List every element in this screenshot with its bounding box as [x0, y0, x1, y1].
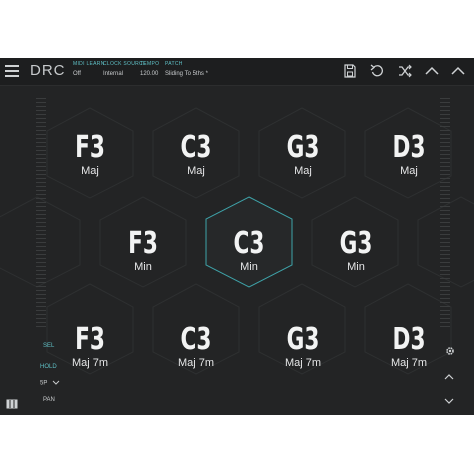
chord-quality: Maj 7m	[71, 357, 109, 369]
chord-note: G3	[339, 226, 373, 261]
chord-note: D3	[392, 130, 426, 165]
chord-cell-d3-maj[interactable]: D3 Maj	[379, 130, 439, 178]
chord-cell-f3-min[interactable]: F3 Min	[113, 226, 173, 274]
chord-cell-f3-maj[interactable]: F3 Maj	[60, 130, 120, 178]
chord-note: G3	[286, 130, 320, 165]
chord-quality: Min	[347, 261, 365, 273]
chord-quality: Maj 7m	[390, 357, 428, 369]
chord-note: C3	[180, 130, 212, 165]
chord-cell-g3-maj7m[interactable]: G3 Maj 7m	[268, 322, 338, 370]
chord-grid: F3 Maj C3 Maj G3 Maj D3 Maj F3 Min C3 Mi…	[0, 58, 474, 415]
chord-quality: Min	[240, 261, 258, 273]
chord-cell-c3-maj7m[interactable]: C3 Maj 7m	[161, 322, 231, 370]
chord-cell-c3-min-active[interactable]: C3 Min	[219, 226, 279, 274]
chord-cell-c3-maj[interactable]: C3 Maj	[166, 130, 226, 178]
chord-quality: Min	[134, 261, 152, 273]
chord-quality: Maj	[294, 165, 312, 177]
keyboard-icon[interactable]	[6, 396, 18, 414]
mode-value: 5P	[40, 380, 48, 387]
chord-note: F3	[128, 226, 158, 261]
chord-note: F3	[75, 322, 105, 357]
mode-selector[interactable]: 5P	[40, 380, 60, 387]
chord-cell-g3-min[interactable]: G3 Min	[326, 226, 386, 274]
settings-gear-icon[interactable]	[445, 343, 455, 361]
chord-cell-g3-maj[interactable]: G3 Maj	[273, 130, 333, 178]
chord-quality: Maj	[400, 165, 418, 177]
chord-note: C3	[180, 322, 212, 357]
chord-quality: Maj	[187, 165, 205, 177]
scroll-up-icon[interactable]	[444, 367, 454, 385]
scroll-down-icon[interactable]	[444, 392, 454, 410]
sel-button[interactable]: SEL	[43, 343, 54, 349]
hold-button[interactable]: HOLD	[40, 364, 57, 370]
drc-app-window: DRC MIDI LEARN Off CLOCK SOURCE Internal…	[0, 58, 474, 415]
pan-button[interactable]: PAN	[43, 397, 55, 403]
chord-quality: Maj 7m	[177, 357, 215, 369]
chord-cell-d3-maj7m[interactable]: D3 Maj 7m	[374, 322, 444, 370]
chord-cell-f3-maj7m[interactable]: F3 Maj 7m	[55, 322, 125, 370]
chord-quality: Maj 7m	[284, 357, 322, 369]
chord-note: G3	[286, 322, 320, 357]
chord-note: F3	[75, 130, 105, 165]
chord-note: D3	[392, 322, 426, 357]
chord-quality: Maj	[81, 165, 99, 177]
chevron-down-icon	[52, 380, 60, 385]
chord-note: C3	[233, 226, 265, 261]
